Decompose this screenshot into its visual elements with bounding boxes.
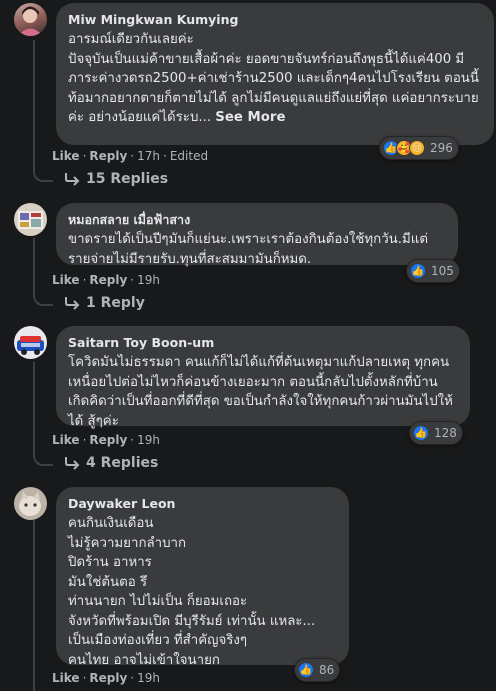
like-button[interactable]: Like: [52, 149, 80, 163]
comment-text: ขาดรายได้เป็นปีๆมันก็แย่นะ.เพราะเราต้องก…: [68, 232, 428, 267]
reply-button[interactable]: Reply: [89, 149, 127, 163]
like-button[interactable]: Like: [52, 671, 80, 685]
view-replies-button[interactable]: 15 Replies: [64, 171, 168, 187]
like-icon: 👍: [298, 662, 314, 678]
thread-line: [33, 520, 35, 691]
reactions-summary[interactable]: 👍 128: [409, 421, 463, 445]
reactions-summary[interactable]: 👍 105: [406, 259, 460, 283]
avatar[interactable]: [14, 326, 47, 359]
timestamp[interactable]: 19h: [137, 273, 160, 287]
edited-label: Edited: [169, 149, 209, 163]
reply-arrow-icon: [65, 457, 80, 470]
thread-elbow: [33, 274, 53, 306]
reply-button[interactable]: Reply: [89, 433, 127, 447]
comment-bubble: หมอกสลาย เมื่อฟ้าสาง ขาดรายได้เป็นปีๆมัน…: [56, 203, 458, 267]
reaction-count: 296: [430, 141, 453, 155]
reply-button[interactable]: Reply: [89, 671, 127, 685]
replies-label: 15 Replies: [86, 171, 169, 187]
comment-bubble: Saitarn Toy Boon-um โควิดมันไม่ธรรมดา คน…: [56, 326, 470, 429]
like-button[interactable]: Like: [52, 273, 80, 287]
see-more-link[interactable]: See More: [215, 110, 285, 125]
like-icon: 👍: [410, 263, 426, 279]
reactions-summary[interactable]: 👍 86: [294, 658, 341, 682]
replies-label: 4 Replies: [86, 455, 159, 471]
comment-text: คนกินเงินเดือน ไม่รู้ความยากลำบาก ปิดร้า…: [68, 516, 316, 668]
comment-text: โควิดมันไม่ธรรมดา คนแก้ก็ไม่ได้แก้ที่ต้น…: [68, 355, 453, 429]
sad-icon: 😢: [409, 140, 425, 156]
timestamp[interactable]: 19h: [137, 671, 160, 685]
comment-text: อารมณ์เดียวกันเลยค่ะ ปัจจุบันเป็นแม่ค้าข…: [68, 30, 482, 128]
comment-author[interactable]: Saitarn Toy Boon-um: [68, 334, 458, 351]
avatar[interactable]: [14, 487, 47, 520]
reply-arrow-icon: [65, 173, 80, 186]
reaction-count: 86: [319, 663, 335, 677]
view-replies-button[interactable]: 1 Reply: [64, 295, 145, 311]
thread-elbow: [33, 434, 53, 466]
view-replies-button[interactable]: 4 Replies: [64, 455, 158, 471]
timestamp[interactable]: 19h: [137, 433, 160, 447]
comment-author[interactable]: Daywaker Leon: [68, 495, 337, 512]
avatar[interactable]: [14, 203, 47, 236]
reactions-summary[interactable]: 👍 🥰 😢 296: [379, 136, 459, 160]
comment-actions: Like · Reply · 19h: [52, 273, 160, 287]
reaction-count: 128: [434, 426, 457, 440]
comment-author[interactable]: Miw Mingkwan Kumying: [68, 11, 482, 28]
timestamp[interactable]: 17h: [137, 149, 160, 163]
avatar[interactable]: [14, 3, 47, 36]
comment-bubble: Miw Mingkwan Kumying อารมณ์เดียวกันเลยค่…: [56, 3, 494, 145]
comment-actions: Like · Reply · 19h: [52, 671, 160, 685]
replies-label: 1 Reply: [86, 295, 145, 311]
like-icon: 👍: [413, 425, 429, 441]
thread-elbow: [33, 150, 53, 182]
like-button[interactable]: Like: [52, 433, 80, 447]
comment-bubble: Daywaker Leon คนกินเงินเดือน ไม่รู้ความย…: [56, 487, 349, 668]
reply-arrow-icon: [65, 297, 80, 310]
comment-actions: Like · Reply · 19h: [52, 433, 160, 447]
reaction-count: 105: [431, 264, 454, 278]
reply-button[interactable]: Reply: [89, 273, 127, 287]
thread-line: [33, 40, 35, 168]
comment-actions: Like · Reply · 17h · Edited: [52, 149, 209, 163]
comment-author[interactable]: หมอกสลาย เมื่อฟ้าสาง: [68, 211, 446, 228]
